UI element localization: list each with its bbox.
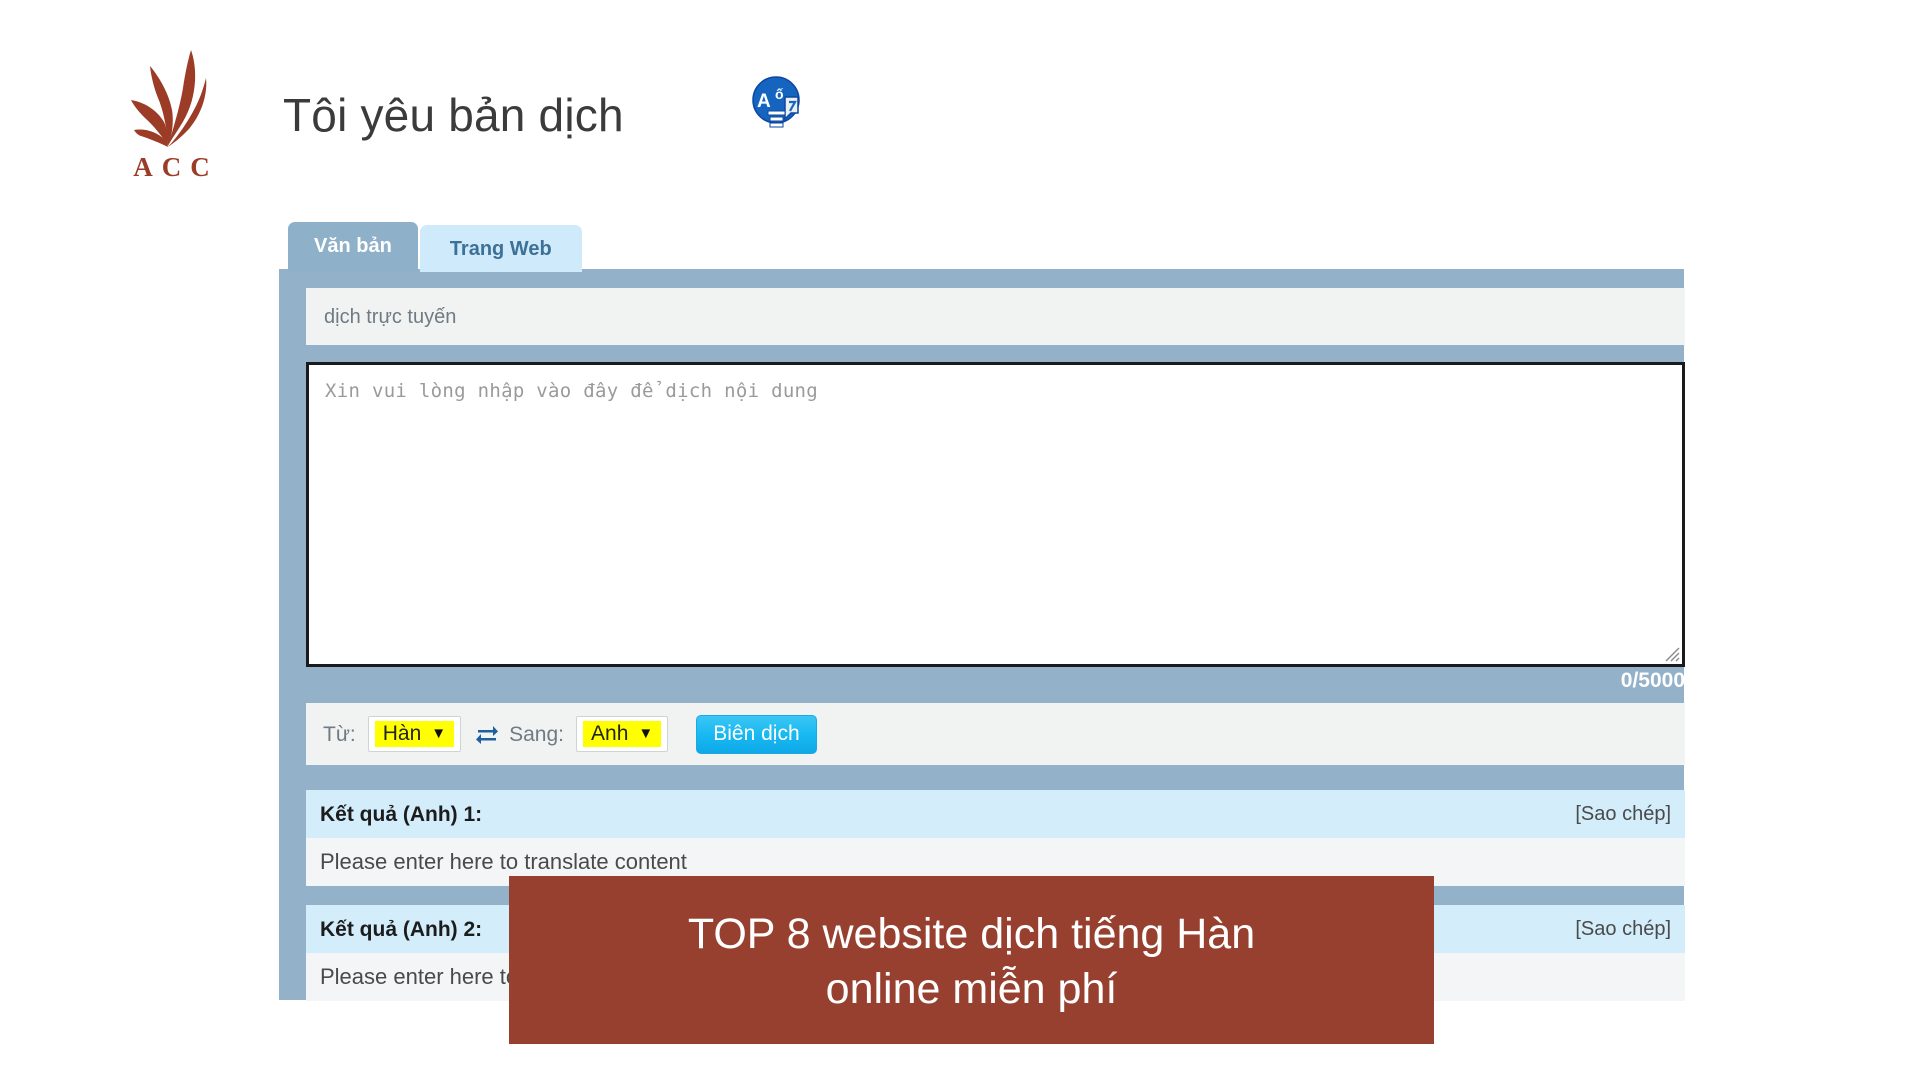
character-counter: 0/5000	[1620, 669, 1685, 692]
from-label: Từ:	[323, 722, 356, 746]
page-root: ACC Tôi yêu bản dịch A ố Văn bản Trang W…	[0, 0, 1920, 1080]
tab-bar: Văn bản Trang Web	[288, 222, 582, 272]
brand-letters: ACC	[133, 152, 219, 182]
chevron-down-icon: ▼	[431, 725, 447, 742]
subheader-bar: dịch trực tuyến	[306, 288, 1685, 345]
source-text-area-wrap	[306, 362, 1685, 667]
subheader-label: dịch trực tuyến	[324, 305, 457, 328]
result-header-1: Kết quả (Anh) 1: [Sao chép]	[306, 790, 1685, 838]
target-language-value: Anh	[591, 722, 629, 745]
result-title-2: Kết quả (Anh) 2:	[320, 917, 483, 941]
result-block-1: Kết quả (Anh) 1: [Sao chép] Please enter…	[306, 790, 1685, 886]
acc-flame-logo-icon	[131, 50, 207, 147]
tab-trang-web[interactable]: Trang Web	[419, 225, 582, 272]
source-language-value: Hàn	[382, 722, 422, 745]
chevron-down-icon: ▼	[638, 725, 654, 742]
source-text-input[interactable]	[306, 362, 1685, 667]
overlay-banner-line-2: online miễn phí	[825, 965, 1118, 1013]
swap-languages-button[interactable]	[475, 723, 499, 745]
target-language-select[interactable]: Anh ▼	[576, 716, 669, 752]
tab-van-ban[interactable]: Văn bản	[288, 222, 418, 272]
translate-button[interactable]: Biên dịch	[696, 714, 817, 754]
copy-link-2[interactable]: [Sao chép]	[1575, 919, 1671, 939]
svg-text:ố: ố	[775, 86, 784, 102]
overlay-banner: TOP 8 website dịch tiếng Hàn online miễn…	[509, 876, 1434, 1044]
overlay-banner-line-1: TOP 8 website dịch tiếng Hàn	[687, 909, 1256, 958]
svg-text:A: A	[757, 91, 771, 112]
result-title-1: Kết quả (Anh) 1:	[320, 802, 483, 826]
copy-link-1[interactable]: [Sao chép]	[1575, 804, 1671, 824]
page-title: Tôi yêu bản dịch	[283, 89, 624, 141]
language-bar: Từ: Hàn ▼ Sang: Anh ▼ Biên dịch	[306, 703, 1685, 765]
to-label: Sang:	[509, 722, 565, 746]
swap-arrows-icon	[476, 726, 499, 744]
source-language-select[interactable]: Hàn ▼	[367, 716, 462, 752]
brand-logo: ACC	[128, 48, 224, 188]
translate-badge-icon: A ố	[752, 76, 800, 128]
